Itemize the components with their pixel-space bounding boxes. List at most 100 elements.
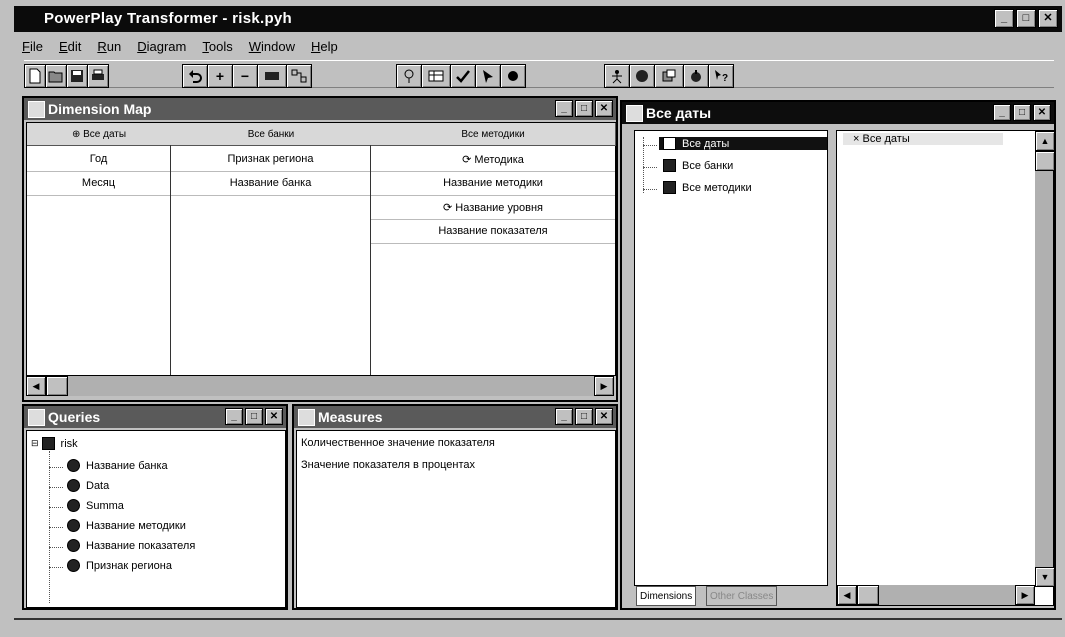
tree-item[interactable]: Название показателя bbox=[67, 539, 195, 552]
category-viewer: × Все даты ▲ ▼ ◀ ▶ bbox=[836, 130, 1055, 606]
level-cell[interactable]: ⟳ Название уровня bbox=[371, 195, 615, 220]
scroll-thumb[interactable] bbox=[46, 376, 68, 396]
maximize-button[interactable]: □ bbox=[575, 408, 593, 425]
check-icon[interactable] bbox=[450, 64, 476, 88]
close-button[interactable]: ✕ bbox=[265, 408, 283, 425]
tree-item[interactable]: Data bbox=[67, 479, 109, 492]
horizontal-scrollbar[interactable]: ◀ ▶ bbox=[26, 376, 614, 396]
query-icon bbox=[67, 499, 80, 512]
report-icon[interactable] bbox=[683, 64, 709, 88]
menu-run[interactable]: Run bbox=[89, 39, 129, 54]
add-icon[interactable]: + bbox=[207, 64, 233, 88]
dimension-map-title: Dimension Map bbox=[48, 101, 152, 117]
dimension-header-banks[interactable]: Все банки bbox=[171, 123, 372, 146]
tree-item[interactable]: Все методики bbox=[663, 181, 752, 194]
dimension-map-grid: ⊕ Все даты Все банки Все методики Год Ме… bbox=[26, 122, 616, 376]
query-icon bbox=[67, 479, 80, 492]
minimize-button[interactable]: _ bbox=[993, 104, 1011, 121]
menu-window[interactable]: Window bbox=[241, 39, 303, 54]
queries-window[interactable]: Queries _ □ ✕ ⊟ risk Название банка Data… bbox=[22, 404, 288, 610]
measures-caption[interactable]: Measures _ □ ✕ bbox=[294, 406, 616, 428]
dimension-header-dates[interactable]: ⊕ Все даты bbox=[27, 123, 172, 146]
measures-window[interactable]: Measures _ □ ✕ Количественное значение п… bbox=[292, 404, 618, 610]
cursor-icon[interactable] bbox=[475, 64, 501, 88]
data-grid-icon[interactable] bbox=[257, 64, 287, 88]
list-item[interactable]: Количественное значение показателя bbox=[301, 437, 495, 449]
minimize-button[interactable]: _ bbox=[994, 9, 1014, 28]
scroll-left-arrow-icon[interactable]: ◀ bbox=[26, 376, 46, 396]
dimension-viewer-caption[interactable]: Все даты _ □ ✕ bbox=[622, 102, 1054, 124]
menu-edit[interactable]: Edit bbox=[51, 39, 89, 54]
remove-icon[interactable]: − bbox=[232, 64, 258, 88]
scroll-right-arrow-icon[interactable]: ▶ bbox=[594, 376, 614, 396]
close-button[interactable]: ✕ bbox=[595, 100, 613, 117]
dimension-viewer-window[interactable]: Все даты _ □ ✕ Все даты Все банки Все ме… bbox=[620, 100, 1056, 610]
open-icon[interactable] bbox=[45, 64, 67, 88]
tab-other-classes[interactable]: Other Classes bbox=[706, 586, 778, 606]
globe-icon[interactable] bbox=[629, 64, 655, 88]
level-cell[interactable]: Название методики bbox=[371, 171, 615, 196]
minimize-button[interactable]: _ bbox=[555, 100, 573, 117]
print-icon[interactable] bbox=[87, 64, 109, 88]
minimize-button[interactable]: _ bbox=[555, 408, 573, 425]
scroll-thumb[interactable] bbox=[857, 585, 879, 605]
tree-item[interactable]: Название банка bbox=[67, 459, 168, 472]
measures-title: Measures bbox=[318, 409, 383, 425]
window-icon bbox=[28, 101, 45, 118]
maximize-button[interactable]: □ bbox=[1013, 104, 1031, 121]
record-icon[interactable] bbox=[500, 64, 526, 88]
tree-item-selected[interactable]: Все даты bbox=[659, 137, 827, 150]
close-button[interactable]: ✕ bbox=[595, 408, 613, 425]
horizontal-scrollbar[interactable]: ◀ ▶ bbox=[837, 585, 1035, 605]
tree-item[interactable]: Все банки bbox=[663, 159, 733, 172]
vertical-scrollbar[interactable]: ▲ ▼ bbox=[1035, 131, 1055, 587]
level-cell[interactable]: Название показателя bbox=[371, 219, 615, 244]
close-button[interactable]: ✕ bbox=[1033, 104, 1051, 121]
pin-icon[interactable] bbox=[396, 64, 422, 88]
menu-bar: File Edit Run Diagram Tools Window Help bbox=[14, 36, 1062, 56]
menu-tools[interactable]: Tools bbox=[194, 39, 240, 54]
level-cell[interactable]: ⟳ Методика bbox=[371, 147, 615, 172]
window-icon bbox=[626, 105, 643, 122]
save-icon[interactable] bbox=[66, 64, 88, 88]
scroll-thumb[interactable] bbox=[1035, 151, 1055, 171]
maximize-button[interactable]: □ bbox=[245, 408, 263, 425]
tree-item[interactable]: Признак региона bbox=[67, 559, 172, 572]
queries-caption[interactable]: Queries _ □ ✕ bbox=[24, 406, 286, 428]
scroll-left-arrow-icon[interactable]: ◀ bbox=[837, 585, 857, 605]
table-icon[interactable] bbox=[421, 64, 451, 88]
maximize-button[interactable]: □ bbox=[575, 100, 593, 117]
list-item[interactable]: Значение показателя в процентах bbox=[301, 459, 475, 471]
minimize-button[interactable]: _ bbox=[225, 408, 243, 425]
level-cell[interactable]: Название банка bbox=[171, 171, 370, 196]
tree-item[interactable]: Summa bbox=[67, 499, 124, 512]
dimension-map-caption[interactable]: Dimension Map _ □ ✕ bbox=[24, 98, 616, 120]
maximize-button[interactable]: □ bbox=[1016, 9, 1036, 28]
queries-title: Queries bbox=[48, 409, 101, 425]
scroll-up-arrow-icon[interactable]: ▲ bbox=[1035, 131, 1055, 151]
app-title-bar: PowerPlay Transformer - risk.pyh _ □ ✕ bbox=[14, 6, 1062, 32]
new-icon[interactable] bbox=[24, 64, 46, 88]
query-icon bbox=[67, 539, 80, 552]
tree-root-risk[interactable]: ⊟ risk bbox=[31, 437, 78, 450]
undo-icon[interactable] bbox=[182, 64, 208, 88]
scroll-right-arrow-icon[interactable]: ▶ bbox=[1015, 585, 1035, 605]
tree-item[interactable]: Название методики bbox=[67, 519, 186, 532]
menu-file[interactable]: File bbox=[14, 39, 51, 54]
tab-dimensions[interactable]: Dimensions bbox=[636, 586, 697, 606]
dimension-map-window[interactable]: Dimension Map _ □ ✕ ⊕ Все даты Все банки… bbox=[22, 96, 618, 402]
person-icon[interactable] bbox=[604, 64, 630, 88]
level-cell[interactable]: Год bbox=[27, 147, 170, 172]
level-cell[interactable]: Месяц bbox=[27, 171, 170, 196]
close-button[interactable]: ✕ bbox=[1038, 9, 1058, 28]
dimension-tree: Все даты Все банки Все методики bbox=[634, 130, 828, 586]
dimension-header-methods[interactable]: Все методики bbox=[371, 123, 616, 146]
menu-help[interactable]: Help bbox=[303, 39, 346, 54]
category-item[interactable]: × Все даты bbox=[843, 133, 1003, 145]
menu-diagram[interactable]: Diagram bbox=[129, 39, 194, 54]
help-context-icon[interactable]: ? bbox=[708, 64, 734, 88]
level-cell[interactable]: Признак региона bbox=[171, 147, 370, 172]
cube-icon[interactable] bbox=[654, 64, 684, 88]
diagram-icon[interactable] bbox=[286, 64, 312, 88]
scroll-down-arrow-icon[interactable]: ▼ bbox=[1035, 567, 1055, 587]
